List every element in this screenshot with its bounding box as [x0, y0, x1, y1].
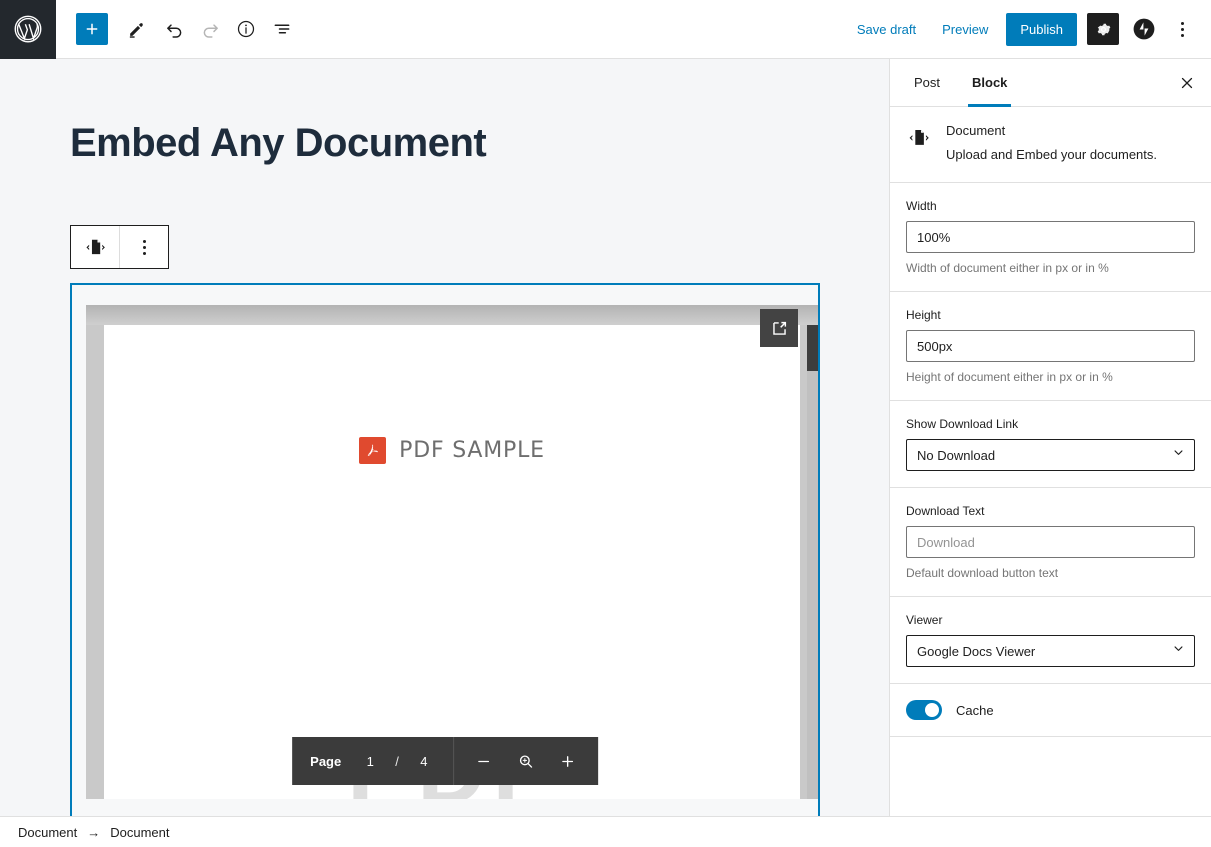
page-separator: /: [395, 754, 399, 769]
block-info-card: Document Upload and Embed your documents…: [890, 107, 1211, 183]
redo-button[interactable]: [192, 11, 228, 47]
pdf-page-toolbar: Page 1 / 4: [292, 737, 598, 785]
height-input[interactable]: [906, 330, 1195, 362]
close-sidebar-button[interactable]: [1163, 59, 1211, 106]
breadcrumb-item-document-parent[interactable]: Document: [18, 825, 77, 840]
wordpress-logo-icon[interactable]: [0, 0, 56, 59]
viewer-select[interactable]: Google Docs Viewer: [906, 635, 1195, 667]
download-text-input[interactable]: [906, 526, 1195, 558]
preview-button[interactable]: Preview: [930, 14, 1000, 45]
save-draft-button[interactable]: Save draft: [845, 14, 928, 45]
header-actions: Save draft Preview Publish: [845, 12, 1211, 46]
viewer-scrollbar-thumb[interactable]: [807, 325, 818, 371]
zoom-controls: [454, 737, 598, 785]
viewer-topbar: [86, 305, 818, 325]
undo-button[interactable]: [156, 11, 192, 47]
total-pages-value: 4: [413, 754, 435, 769]
cache-label: Cache: [956, 703, 994, 718]
block-title: Document: [946, 123, 1157, 138]
tab-post[interactable]: Post: [898, 59, 956, 106]
height-label: Height: [906, 308, 1195, 322]
zoom-reset-magnifier-button[interactable]: [508, 742, 544, 780]
block-description: Upload and Embed your documents.: [946, 146, 1157, 164]
sidebar-tabs: Post Block: [890, 59, 1211, 107]
editor-footer: Document → Document: [0, 816, 1211, 847]
page-indicator: Page 1 / 4: [292, 737, 453, 785]
viewer-chrome: PDF SAMPLE PDF: [86, 305, 818, 799]
width-input[interactable]: [906, 221, 1195, 253]
show-download-link-setting: Show Download Link No Download: [890, 401, 1211, 488]
jetpack-circle-icon[interactable]: [1129, 14, 1159, 44]
download-text-setting: Download Text Default download button te…: [890, 488, 1211, 597]
editor-canvas[interactable]: Embed Any Document: [0, 59, 890, 816]
pdf-file-icon: [359, 437, 386, 464]
settings-sidebar: Post Block Do: [890, 59, 1211, 816]
editor-body: Embed Any Document: [0, 59, 1211, 816]
viewer-label: Viewer: [906, 613, 1195, 627]
viewer-setting: Viewer Google Docs Viewer: [890, 597, 1211, 684]
block-toolbar: [70, 225, 169, 269]
editor-header: Save draft Preview Publish: [0, 0, 1211, 59]
show-download-link-select-wrap: No Download: [906, 439, 1195, 471]
open-in-new-window-button[interactable]: [760, 309, 798, 347]
zoom-in-button[interactable]: [550, 742, 586, 780]
pdf-sample-label: PDF SAMPLE: [399, 438, 545, 463]
details-info-button[interactable]: [228, 11, 264, 47]
height-setting: Height Height of document either in px o…: [890, 292, 1211, 401]
document-block-selected[interactable]: PDF SAMPLE PDF Page: [70, 283, 820, 816]
settings-gear-button[interactable]: [1087, 13, 1119, 45]
tab-block[interactable]: Block: [956, 59, 1023, 106]
block-type-document-embed-icon[interactable]: [71, 226, 119, 268]
viewer-select-wrap: Google Docs Viewer: [906, 635, 1195, 667]
block-editor-app: Save draft Preview Publish: [0, 0, 1211, 847]
tools-pencil-button[interactable]: [118, 11, 154, 47]
document-embed-icon: [906, 123, 932, 164]
canvas-inner: Embed Any Document: [0, 59, 889, 167]
vertical-dots-icon: [1181, 22, 1184, 37]
block-options-button[interactable]: [120, 226, 168, 268]
width-setting: Width Width of document either in px or …: [890, 183, 1211, 292]
width-help-text: Width of document either in px or in %: [906, 261, 1195, 275]
page-label: Page: [310, 754, 341, 769]
more-options-menu-button[interactable]: [1165, 12, 1199, 46]
breadcrumb-arrow-icon: →: [87, 825, 100, 840]
page-title[interactable]: Embed Any Document: [70, 119, 830, 167]
zoom-out-button[interactable]: [466, 742, 502, 780]
cache-setting: Cache: [890, 684, 1211, 737]
breadcrumb-item-document-current[interactable]: Document: [110, 825, 169, 840]
publish-button[interactable]: Publish: [1006, 13, 1077, 46]
cache-toggle[interactable]: [906, 700, 942, 720]
pdf-sample-heading: PDF SAMPLE: [104, 437, 800, 464]
width-label: Width: [906, 199, 1195, 213]
download-text-label: Download Text: [906, 504, 1195, 518]
vertical-dots-icon: [143, 240, 146, 255]
list-view-button[interactable]: [264, 11, 300, 47]
pdf-page-sheet: PDF SAMPLE PDF: [104, 325, 800, 799]
download-text-help: Default download button text: [906, 566, 1195, 580]
show-download-link-select[interactable]: No Download: [906, 439, 1195, 471]
viewer-scrollbar-track[interactable]: [807, 325, 818, 799]
block-info-text: Document Upload and Embed your documents…: [946, 123, 1157, 164]
height-help-text: Height of document either in px or in %: [906, 370, 1195, 384]
current-page-value[interactable]: 1: [359, 754, 381, 769]
show-download-link-label: Show Download Link: [906, 417, 1195, 431]
add-block-inserter-button[interactable]: [76, 13, 108, 45]
header-tools: [56, 11, 300, 47]
